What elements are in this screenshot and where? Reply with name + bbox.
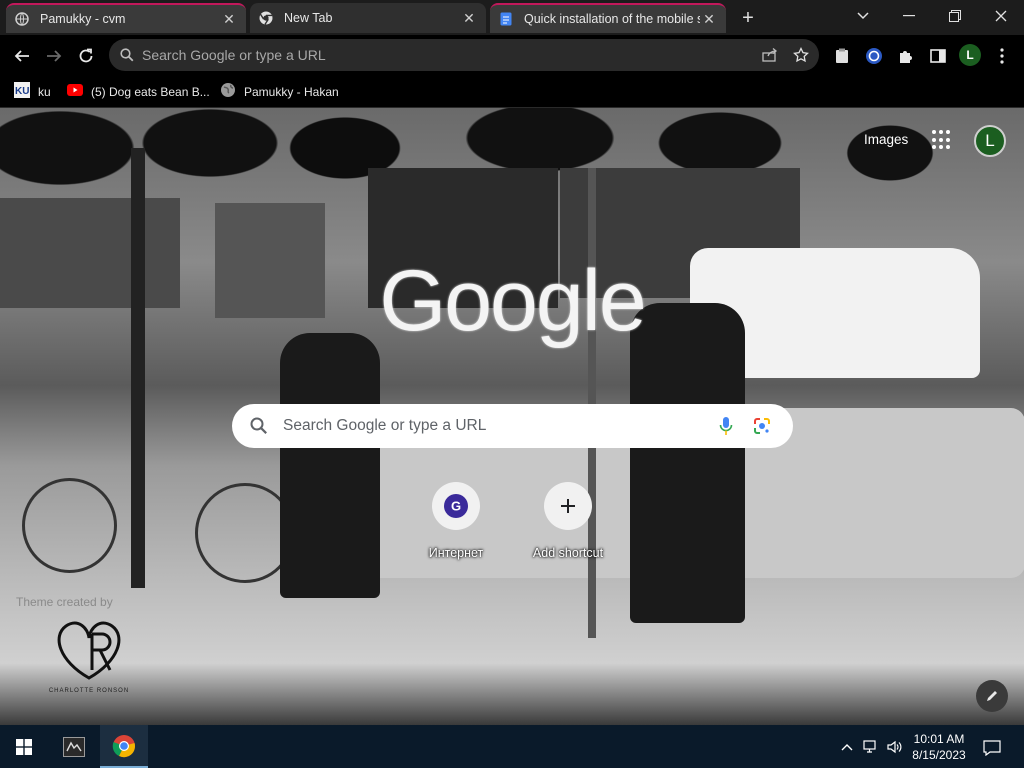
shortcut-icon: G bbox=[432, 482, 480, 530]
theme-logo-text: CHARLOTTE RONSON bbox=[49, 688, 129, 694]
ntp-search-box[interactable]: Search Google or type a URL bbox=[232, 404, 793, 448]
bookmark-ku[interactable]: KU ku bbox=[14, 81, 51, 103]
background-doorway bbox=[215, 203, 325, 318]
bookmark-label: (5) Dog eats Bean B... bbox=[91, 85, 210, 99]
theme-credit: Theme created by bbox=[16, 595, 113, 609]
clock-time: 10:01 AM bbox=[913, 732, 965, 746]
bookmark-label: Pamukky - Hakan bbox=[244, 85, 339, 99]
images-link[interactable]: Images bbox=[864, 132, 908, 147]
svg-text:KU: KU bbox=[15, 86, 29, 97]
tab-title: Pamukky - cvm bbox=[40, 12, 126, 26]
tab-pamukky[interactable]: Pamukky - cvm ✕ bbox=[6, 3, 246, 33]
network-icon[interactable] bbox=[862, 738, 880, 756]
google-logo: Google bbox=[379, 253, 646, 349]
chevron-up-icon[interactable] bbox=[838, 738, 856, 756]
add-shortcut-button[interactable]: Add shortcut bbox=[512, 480, 624, 570]
tab-quick-installation[interactable]: Quick installation of the mobile s ✕ bbox=[490, 3, 726, 33]
voice-search-icon[interactable] bbox=[714, 414, 738, 438]
youtube-icon bbox=[67, 83, 83, 101]
shortcut-letter: G bbox=[451, 499, 461, 514]
google-apps-icon[interactable] bbox=[932, 130, 952, 150]
plus-icon bbox=[544, 482, 592, 530]
extensions-puzzle-icon[interactable] bbox=[893, 43, 919, 69]
ntp-search-placeholder: Search Google or type a URL bbox=[283, 417, 487, 434]
profile-avatar[interactable]: L bbox=[959, 44, 981, 66]
new-tab-page: Images L Google Search Google or type a … bbox=[0, 108, 1024, 725]
background-man-figure bbox=[630, 303, 745, 623]
clock-date: 8/15/2023 bbox=[912, 748, 966, 762]
tab-search-chevron-icon[interactable] bbox=[840, 0, 886, 32]
notification-icon[interactable] bbox=[982, 738, 1002, 758]
bookmark-label: ku bbox=[38, 85, 51, 99]
start-windows-icon[interactable] bbox=[0, 725, 48, 768]
tab-strip: Pamukky - cvm ✕ New Tab ✕ Quick installa… bbox=[0, 0, 1024, 35]
bookmarks-bar: KU ku (5) Dog eats Bean B... Pamukky - H… bbox=[0, 76, 1024, 108]
new-tab-button[interactable]: + bbox=[736, 6, 760, 30]
background-woman-figure bbox=[280, 333, 380, 598]
tab-new-tab[interactable]: New Tab ✕ bbox=[250, 3, 486, 33]
theme-creator-logo[interactable]: CHARLOTTE RONSON bbox=[44, 616, 134, 696]
taskbar-app-icon[interactable] bbox=[50, 725, 98, 768]
ku-icon: KU bbox=[14, 81, 30, 103]
extension-clipboard-icon[interactable] bbox=[829, 43, 855, 69]
account-avatar[interactable]: L bbox=[974, 125, 1006, 157]
close-icon[interactable]: ✕ bbox=[460, 9, 478, 27]
omnibox-placeholder: Search Google or type a URL bbox=[142, 47, 326, 63]
customize-pencil-icon[interactable] bbox=[976, 680, 1008, 712]
volume-icon[interactable] bbox=[886, 738, 904, 756]
background-storefront bbox=[0, 198, 180, 308]
lens-search-icon[interactable] bbox=[750, 414, 774, 438]
bookmark-dog-video[interactable]: (5) Dog eats Bean B... bbox=[67, 83, 210, 101]
browser-window: Pamukky - cvm ✕ New Tab ✕ Quick installa… bbox=[0, 0, 1024, 768]
back-button[interactable] bbox=[9, 43, 35, 69]
close-icon[interactable]: ✕ bbox=[700, 10, 718, 28]
close-window-button[interactable] bbox=[978, 0, 1024, 32]
search-icon bbox=[247, 414, 271, 438]
bookmark-star-icon[interactable] bbox=[791, 45, 811, 65]
tab-title: New Tab bbox=[284, 11, 333, 25]
bookmark-pamukky-hakan[interactable]: Pamukky - Hakan bbox=[220, 82, 339, 103]
extension-vpn-icon[interactable] bbox=[861, 43, 887, 69]
search-icon bbox=[117, 45, 137, 65]
chrome-icon bbox=[258, 10, 274, 26]
background-bicycle-wheel bbox=[22, 478, 117, 573]
shortcut-internet[interactable]: G Интернет bbox=[400, 480, 512, 570]
minimize-button[interactable] bbox=[886, 0, 932, 32]
side-panel-icon[interactable] bbox=[925, 43, 951, 69]
reload-button[interactable] bbox=[73, 43, 99, 69]
shortcut-label: Add shortcut bbox=[532, 546, 604, 560]
globe-icon bbox=[220, 82, 236, 103]
doc-icon bbox=[498, 11, 514, 27]
windows-taskbar: 10:01 AM 8/15/2023 bbox=[0, 725, 1024, 768]
share-icon[interactable] bbox=[760, 45, 780, 65]
shortcut-label: Интернет bbox=[428, 546, 484, 560]
taskbar-chrome-icon[interactable] bbox=[100, 725, 148, 768]
close-icon[interactable]: ✕ bbox=[220, 10, 238, 28]
system-clock[interactable]: 10:01 AM 8/15/2023 bbox=[906, 731, 972, 763]
globe-icon bbox=[14, 11, 30, 27]
more-menu-icon[interactable] bbox=[989, 43, 1015, 69]
tab-title: Quick installation of the mobile s bbox=[524, 12, 700, 26]
toolbar: Search Google or type a URL L bbox=[0, 35, 1024, 76]
forward-button[interactable] bbox=[41, 43, 67, 69]
omnibox[interactable]: Search Google or type a URL bbox=[109, 39, 819, 71]
restore-button[interactable] bbox=[932, 0, 978, 32]
background-pole bbox=[131, 148, 145, 588]
